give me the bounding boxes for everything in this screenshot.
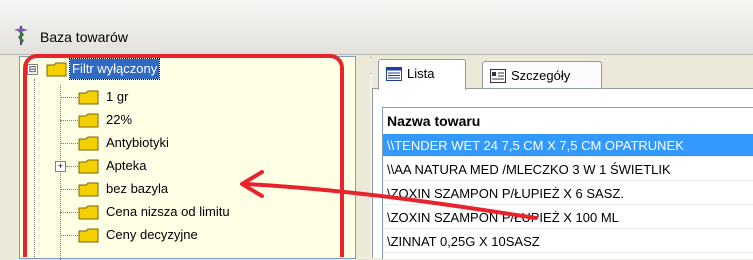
table-row[interactable]: \ZOXIN SZAMPON P/ŁUPIEŻ X 6 SASZ. bbox=[383, 182, 753, 205]
column-header-nazwa-towaru[interactable]: Nazwa towaru bbox=[383, 110, 753, 132]
tab-szczegoly[interactable]: Szczegóły bbox=[482, 61, 602, 90]
tab-lista[interactable]: Lista bbox=[378, 59, 466, 90]
expand-toggle-icon[interactable]: + bbox=[55, 161, 66, 172]
folder-icon bbox=[78, 136, 99, 151]
tree-item-label: Cena nizsza od limitu bbox=[106, 204, 230, 219]
folder-icon bbox=[78, 113, 99, 128]
table-row[interactable]: \ZOXIN SZAMPON P/ŁUPIEŻ X 100 ML bbox=[383, 206, 753, 229]
folder-icon bbox=[78, 205, 99, 220]
tree-line bbox=[60, 85, 61, 260]
tree-line bbox=[34, 79, 35, 259]
list-view-icon bbox=[386, 67, 402, 81]
tab-panel-lista: Nazwa towaru \\TENDER WET 24 7,5 CM X 7,… bbox=[372, 88, 753, 259]
folder-icon bbox=[78, 159, 99, 174]
window-title: Baza towarów bbox=[40, 29, 128, 45]
product-grid[interactable]: Nazwa towaru \\TENDER WET 24 7,5 CM X 7,… bbox=[382, 107, 753, 259]
table-row[interactable]: \\TENDER WET 24 7,5 CM X 7,5 CM OPATRUNE… bbox=[383, 134, 753, 157]
details-view-icon bbox=[490, 69, 506, 83]
folder-icon bbox=[46, 62, 67, 77]
product-panel: Lista Szczegóły Nazwa towaru \\TENDER WE… bbox=[372, 56, 753, 259]
folder-icon bbox=[78, 90, 99, 105]
folder-icon bbox=[78, 228, 99, 243]
tree-item-label: 1 gr bbox=[106, 89, 129, 104]
tree-item-label: bez bazyla bbox=[106, 181, 169, 196]
tree-item-label: Ceny decyzyjne bbox=[106, 227, 198, 242]
pane-splitter[interactable] bbox=[356, 56, 370, 257]
pharmacy-caduceus-icon bbox=[14, 26, 28, 45]
expand-toggle-icon[interactable]: ⊟ bbox=[27, 64, 38, 75]
title-bar: Baza towarów bbox=[0, 0, 753, 55]
tree-item-label: Apteka bbox=[106, 158, 147, 173]
tab-label: Szczegóły bbox=[511, 68, 571, 83]
category-tree[interactable]: ⊟ Filtr wyłączony 1 gr 22% Antybiotyki +… bbox=[19, 56, 374, 260]
table-row[interactable]: \\AA NATURA MED /MLECZKO 3 W 1 ŚWIETLIK bbox=[383, 158, 753, 181]
tab-label: Lista bbox=[407, 66, 435, 81]
folder-icon bbox=[78, 182, 99, 197]
tree-item-label: Antybiotyki bbox=[106, 135, 169, 150]
tree-root-label: Filtr wyłączony bbox=[68, 58, 161, 80]
tree-item-label: 22% bbox=[106, 112, 133, 127]
table-row[interactable]: \ZINNAT 0,25G X 10SASZ bbox=[383, 230, 753, 253]
